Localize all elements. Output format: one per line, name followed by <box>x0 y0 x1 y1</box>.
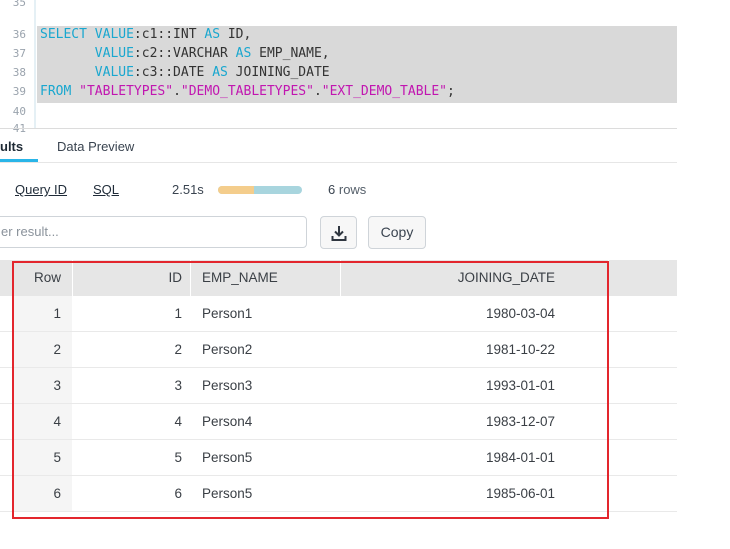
sql-token: :c2::VARCHAR <box>133 46 236 61</box>
cell-emp-name: Person3 <box>202 378 253 393</box>
query-duration: 2.51s <box>172 182 204 197</box>
cell-joining-date: 1993-01-01 <box>485 378 555 393</box>
cell-row-number: 4 <box>53 414 61 429</box>
cell-emp-name: Person5 <box>202 450 253 465</box>
table-row[interactable]: 3 3 Person3 1993-01-01 <box>0 368 677 404</box>
cell-id: 3 <box>174 378 182 393</box>
editor-divider <box>0 128 677 129</box>
sql-editor[interactable]: 35 36 37 38 39 40 41 SELECT VALUE:c1::IN… <box>0 0 677 135</box>
line-number-gutter: 35 36 37 38 39 40 41 <box>0 0 34 135</box>
column-divider <box>190 260 191 296</box>
sql-token: ID, <box>220 27 252 42</box>
column-header-emp-name[interactable]: EMP_NAME <box>202 260 278 296</box>
cell-row-number: 3 <box>53 378 61 393</box>
code-line[interactable]: VALUE:c3::DATE AS JOINING_DATE <box>40 63 330 82</box>
code-line[interactable]: VALUE:c2::VARCHAR AS EMP_NAME, <box>40 44 330 63</box>
code-line[interactable]: FROM "TABLETYPES"."DEMO_TABLETYPES"."EXT… <box>40 82 455 101</box>
cell-emp-name: Person5 <box>202 486 253 501</box>
sql-token: EMP_NAME, <box>251 46 330 61</box>
row-number-cell-bg <box>14 404 72 439</box>
cell-joining-date: 1980-03-04 <box>485 306 555 321</box>
cell-id: 2 <box>174 342 182 357</box>
cell-joining-date: 1981-10-22 <box>485 342 555 357</box>
sql-keyword: VALUE <box>40 65 134 80</box>
tab-data-preview[interactable]: Data Preview <box>57 139 134 154</box>
column-divider <box>340 260 341 296</box>
row-number-cell-bg <box>14 440 72 475</box>
row-number-cell-bg <box>14 296 72 331</box>
sql-token: :c3::DATE <box>133 65 213 80</box>
table-row[interactable]: 1 1 Person1 1980-03-04 <box>0 296 677 332</box>
query-id-link[interactable]: Query ID <box>15 182 67 197</box>
sql-token: . <box>313 84 322 99</box>
line-number: 40 <box>12 105 26 118</box>
sql-identifier: "TABLETYPES" <box>79 84 174 99</box>
duration-bar-compile <box>218 186 255 194</box>
sql-token: . <box>173 84 181 99</box>
sql-token: ; <box>447 84 455 99</box>
code-line[interactable]: SELECT VALUE:c1::INT AS ID, <box>40 25 251 44</box>
cell-id: 4 <box>174 414 182 429</box>
cell-emp-name: Person4 <box>202 414 253 429</box>
cell-id: 1 <box>174 306 182 321</box>
download-icon <box>331 226 347 241</box>
sql-keyword: VALUE <box>40 46 134 61</box>
line-number: 38 <box>12 66 26 79</box>
cell-emp-name: Person1 <box>202 306 253 321</box>
sql-keyword: AS <box>235 46 252 61</box>
row-number-cell-bg <box>14 332 72 367</box>
sql-identifier: "DEMO_TABLETYPES" <box>180 84 314 99</box>
column-divider <box>72 260 73 296</box>
cell-emp-name: Person2 <box>202 342 253 357</box>
table-row[interactable]: 5 5 Person5 1984-01-01 <box>0 440 677 476</box>
sql-link[interactable]: SQL <box>93 182 119 197</box>
row-count: 6 rows <box>328 182 366 197</box>
download-button[interactable] <box>320 216 357 249</box>
sql-keyword: AS <box>212 65 228 80</box>
row-number-cell-bg <box>14 476 72 511</box>
table-row[interactable]: 4 4 Person4 1983-12-07 <box>0 404 677 440</box>
tabs-divider <box>0 162 677 163</box>
table-row[interactable]: 2 2 Person2 1981-10-22 <box>0 332 677 368</box>
sql-keyword: AS <box>204 27 221 42</box>
sql-token: :c1::INT <box>133 27 205 42</box>
gutter-divider <box>34 0 36 129</box>
duration-bar <box>218 186 302 194</box>
sql-keyword: SELECT VALUE <box>40 27 134 42</box>
cell-joining-date: 1983-12-07 <box>485 414 555 429</box>
table-row[interactable]: 6 6 Person5 1985-06-01 <box>0 476 677 512</box>
cell-joining-date: 1984-01-01 <box>485 450 555 465</box>
sql-keyword: FROM <box>40 84 80 99</box>
line-number: 35 <box>12 0 26 9</box>
copy-button[interactable]: Copy <box>368 216 426 249</box>
cell-row-number: 1 <box>53 306 61 321</box>
row-count-label: rows <box>338 182 367 197</box>
column-divider <box>608 260 609 296</box>
line-number: 36 <box>12 28 26 41</box>
line-number: 39 <box>12 85 26 98</box>
filter-result-input[interactable]: er result... <box>0 216 307 248</box>
column-header-row[interactable]: Row <box>34 260 61 296</box>
cell-row-number: 5 <box>53 450 61 465</box>
cell-joining-date: 1985-06-01 <box>485 486 555 501</box>
cell-row-number: 6 <box>53 486 61 501</box>
column-header-joining-date[interactable]: JOINING_DATE <box>458 260 555 296</box>
sql-token: JOINING_DATE <box>227 65 330 80</box>
table-header: Row ID EMP_NAME JOINING_DATE <box>0 260 677 296</box>
tab-results[interactable]: ults <box>0 139 23 154</box>
sql-identifier: "EXT_DEMO_TABLE" <box>321 84 448 99</box>
row-number-cell-bg <box>14 368 72 403</box>
line-number: 37 <box>12 47 26 60</box>
row-count-value: 6 <box>328 182 336 197</box>
cell-row-number: 2 <box>53 342 61 357</box>
cell-id: 5 <box>174 450 182 465</box>
column-header-id[interactable]: ID <box>169 260 183 296</box>
cell-id: 6 <box>174 486 182 501</box>
